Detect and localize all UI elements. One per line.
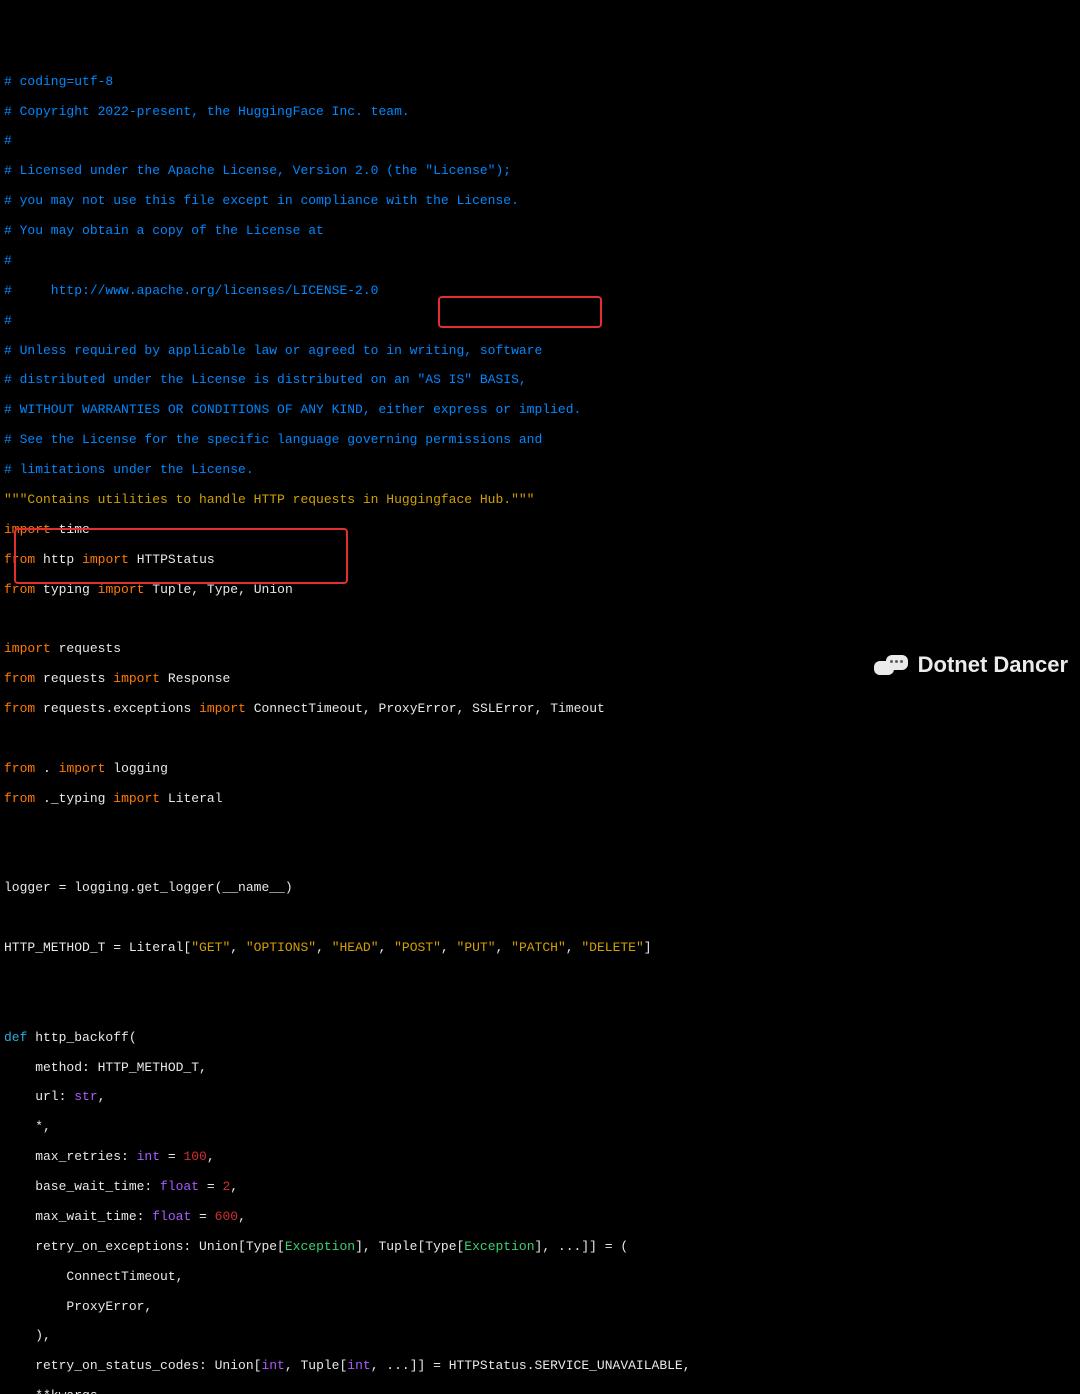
comment-line: # Unless required by applicable law or a… bbox=[4, 344, 1076, 359]
import-line: from . import logging bbox=[4, 762, 1076, 777]
param-line: **kwargs, bbox=[4, 1389, 1076, 1394]
param-line: *, bbox=[4, 1120, 1076, 1135]
comment-line: # distributed under the License is distr… bbox=[4, 373, 1076, 388]
http-method-value: "OPTIONS" bbox=[246, 940, 316, 955]
comment-line: # You may obtain a copy of the License a… bbox=[4, 224, 1076, 239]
param-line: ConnectTimeout, bbox=[4, 1270, 1076, 1285]
http-method-value: "PATCH" bbox=[511, 940, 566, 955]
comment-line: # limitations under the License. bbox=[4, 463, 1076, 478]
param-line: ), bbox=[4, 1329, 1076, 1344]
comment-line: # bbox=[4, 314, 1076, 329]
comment-line: # http://www.apache.org/licenses/LICENSE… bbox=[4, 284, 1076, 299]
comment-line: # bbox=[4, 254, 1076, 269]
http-method-value: "DELETE" bbox=[581, 940, 643, 955]
watermark-text: Dotnet Dancer bbox=[918, 652, 1068, 677]
watermark: Dotnet Dancer bbox=[874, 651, 1068, 679]
import-line: import time bbox=[4, 523, 1076, 538]
param-max-wait: max_wait_time: float = 600, bbox=[4, 1210, 1076, 1225]
module-docstring: """Contains utilities to handle HTTP req… bbox=[4, 493, 1076, 508]
code-block: # coding=utf-8 # Copyright 2022-present,… bbox=[0, 60, 1080, 1394]
param-line: ProxyError, bbox=[4, 1300, 1076, 1315]
import-line: from typing import Tuple, Type, Union bbox=[4, 583, 1076, 598]
wechat-icon bbox=[874, 651, 908, 679]
param-status-codes: retry_on_status_codes: Union[int, Tuple[… bbox=[4, 1359, 1076, 1374]
http-method-value: "POST" bbox=[394, 940, 441, 955]
import-line: from ._typing import Literal bbox=[4, 792, 1076, 807]
param-max-retries: max_retries: int = 100, bbox=[4, 1150, 1076, 1165]
comment-line: # See the License for the specific langu… bbox=[4, 433, 1076, 448]
import-line-exceptions: from requests.exceptions import ConnectT… bbox=[4, 702, 1076, 717]
def-line: def http_backoff( bbox=[4, 1031, 1076, 1046]
param-base-wait: base_wait_time: float = 2, bbox=[4, 1180, 1076, 1195]
http-method-value: "HEAD" bbox=[332, 940, 379, 955]
param-line: method: HTTP_METHOD_T, bbox=[4, 1061, 1076, 1076]
comment-line: # Copyright 2022-present, the HuggingFac… bbox=[4, 105, 1076, 120]
comment-line: # WITHOUT WARRANTIES OR CONDITIONS OF AN… bbox=[4, 403, 1076, 418]
param-line: url: str, bbox=[4, 1090, 1076, 1105]
comment-line: # coding=utf-8 bbox=[4, 75, 1076, 90]
comment-line: # Licensed under the Apache License, Ver… bbox=[4, 164, 1076, 179]
logger-line: logger = logging.get_logger(__name__) bbox=[4, 881, 1076, 896]
comment-line: # you may not use this file except in co… bbox=[4, 194, 1076, 209]
comment-line: # bbox=[4, 134, 1076, 149]
import-line: from http import HTTPStatus bbox=[4, 553, 1076, 568]
param-retry-exc: retry_on_exceptions: Union[Type[Exceptio… bbox=[4, 1240, 1076, 1255]
http-method-value: "PUT" bbox=[457, 940, 496, 955]
http-method-value: "GET" bbox=[191, 940, 230, 955]
http-method-line: HTTP_METHOD_T = Literal["GET", "OPTIONS"… bbox=[4, 941, 1076, 956]
